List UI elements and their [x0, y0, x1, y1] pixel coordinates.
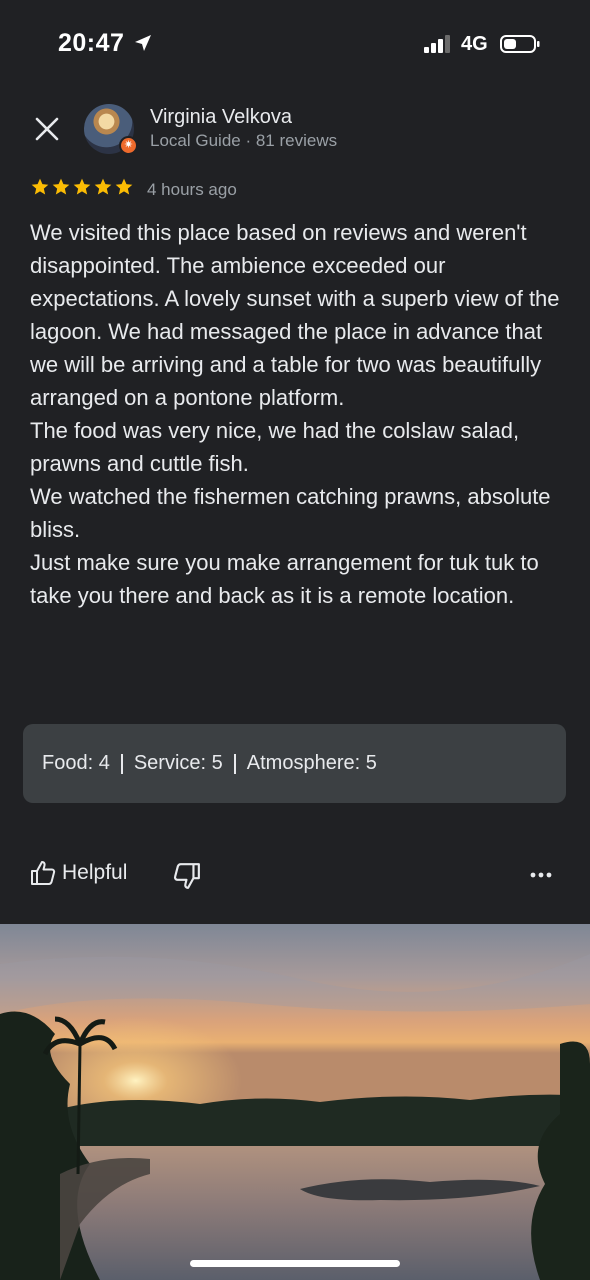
- more-horizontal-icon[interactable]: [528, 862, 554, 888]
- review-paragraph: We watched the fishermen catching prawns…: [30, 484, 551, 542]
- sunset-lagoon-image: [0, 924, 590, 1280]
- status-bar: 20:47 4G: [0, 0, 590, 90]
- local-guide-badge-icon: ✷: [119, 136, 138, 155]
- review-photo[interactable]: [0, 924, 590, 1280]
- divider: [120, 753, 123, 774]
- thumbs-down-icon[interactable]: [173, 862, 201, 890]
- star-icon: [73, 178, 91, 195]
- close-icon[interactable]: [30, 112, 64, 146]
- helpful-label: Helpful: [62, 861, 128, 884]
- signal-icon: [424, 35, 450, 53]
- star-icon: [52, 178, 70, 195]
- helpful-button[interactable]: Helpful: [30, 860, 127, 886]
- battery-icon: [500, 35, 540, 53]
- review-paragraph: Just make sure you make arrangement for …: [30, 550, 539, 608]
- service-rating: Service: 5: [133, 752, 223, 774]
- sub-ratings-card: Food: 4 Service: 5 Atmosphere: 5: [23, 724, 566, 803]
- review-text: We visited this place based on reviews a…: [30, 216, 570, 612]
- reviewer-name[interactable]: Virginia Velkova: [150, 106, 292, 129]
- star-icon: [115, 178, 133, 195]
- atmosphere-rating: Atmosphere: 5: [246, 752, 377, 774]
- divider: [233, 753, 236, 774]
- network-type: 4G: [461, 33, 488, 55]
- thumbs-up-icon: [31, 861, 56, 885]
- star-icon: [31, 178, 49, 195]
- food-rating: Food: 4: [42, 752, 110, 774]
- reviewer-meta: Local Guide · 81 reviews: [150, 131, 338, 150]
- review-paragraph: The food was very nice, we had the colsl…: [30, 418, 520, 476]
- review-time: 4 hours ago: [147, 180, 237, 199]
- review-paragraph: We visited this place based on reviews a…: [30, 220, 560, 410]
- star-icon: [94, 178, 112, 195]
- location-arrow-icon: [135, 35, 151, 51]
- review-actions: Helpful: [30, 856, 560, 896]
- star-rating: [30, 177, 134, 203]
- home-indicator[interactable]: [190, 1260, 400, 1267]
- status-time: 20:47: [58, 29, 125, 57]
